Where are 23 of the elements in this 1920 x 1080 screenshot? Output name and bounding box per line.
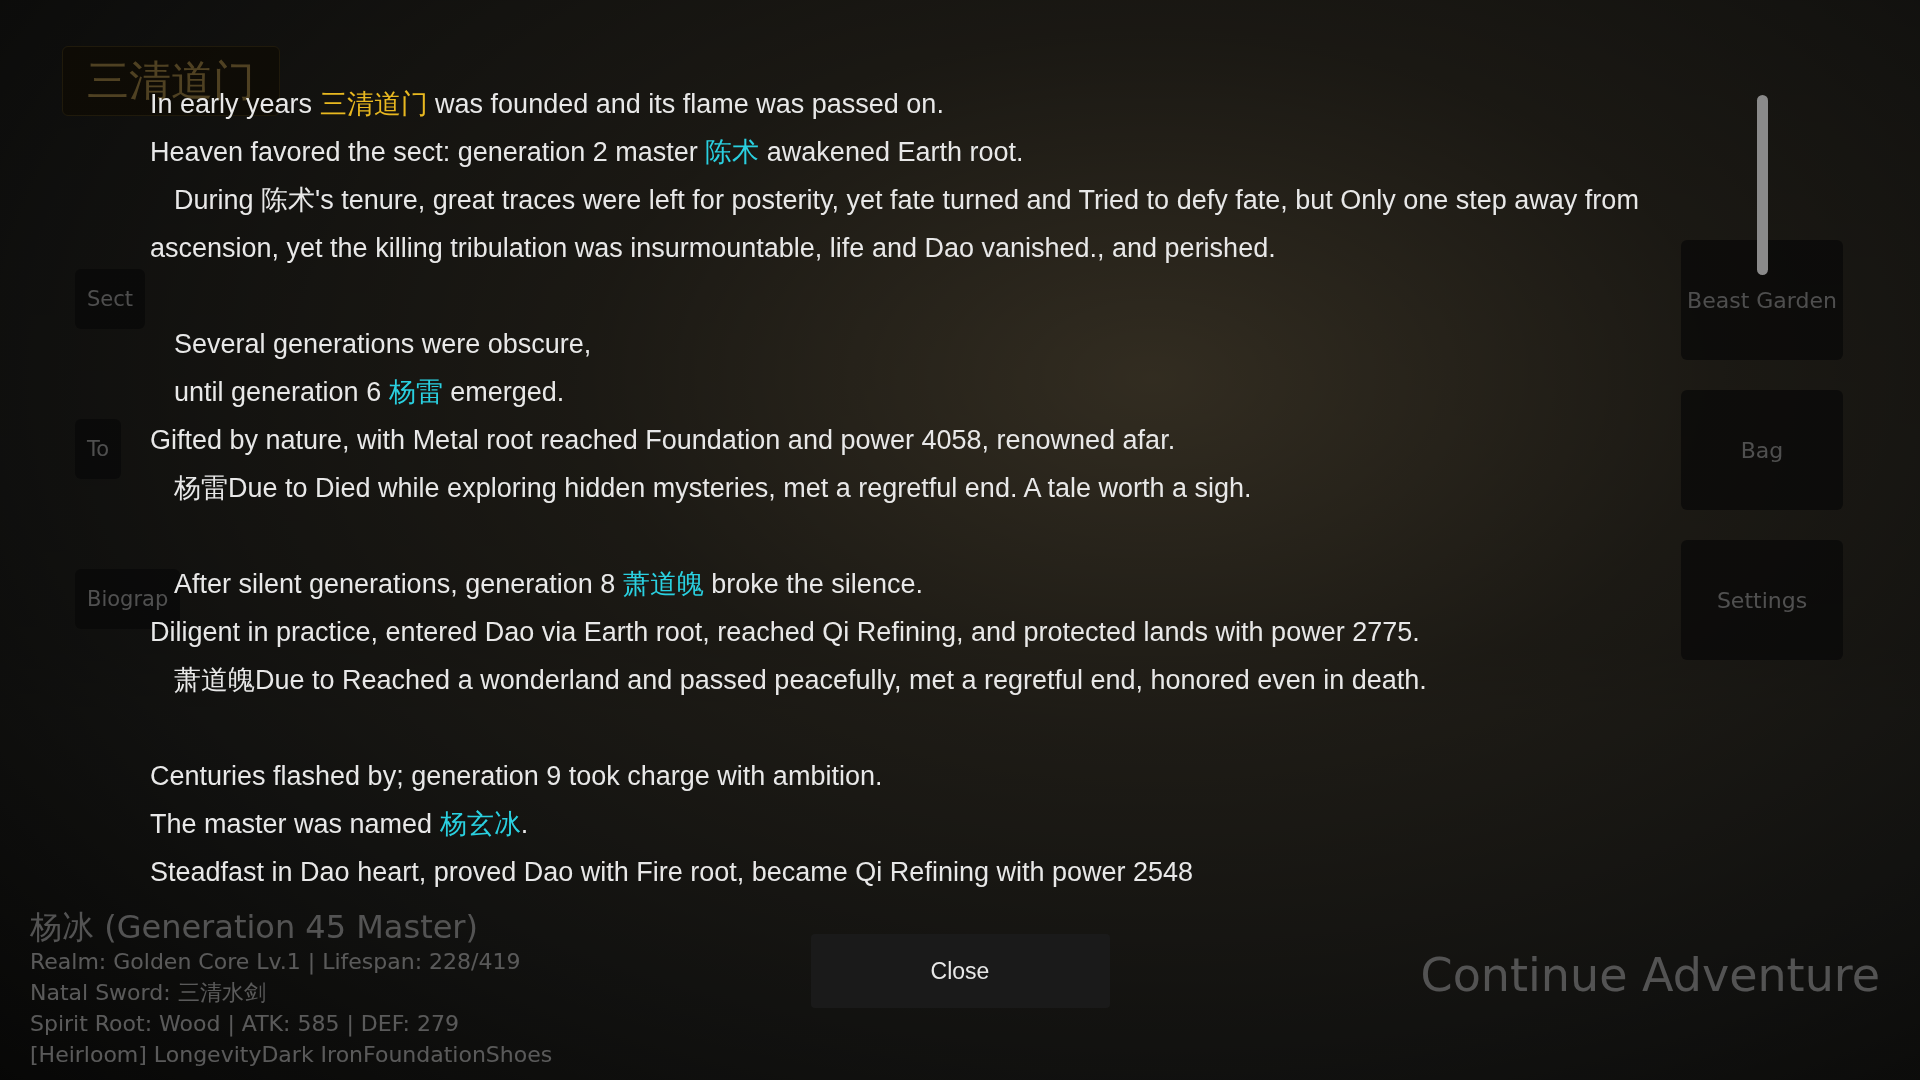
story-line: The master was named 杨玄冰.: [150, 808, 530, 841]
story-line: Steadfast in Dao heart, proved Dao with Fire root, became Qi Refining with power 2548: [150, 856, 1195, 889]
story-line: Heaven favored the sect: generation 2 master 陈术 awakened Earth root.: [150, 136, 1025, 169]
story-line: Gifted by nature, with Metal root reached Foundation and power 4058, renowned afar.: [150, 424, 1177, 457]
story-line: Several generations were obscure,: [173, 328, 593, 361]
story-line: 萧道魄Due to Reached a wonderland and passed peacefully, met a regretful end, honored even in death.: [173, 664, 1428, 697]
story-line: 杨雷Due to Died while exploring hidden mysteries, met a regretful end. A tale worth a sigh.: [173, 472, 1253, 505]
master-title: 杨冰 (Generation 45 Master): [30, 908, 479, 946]
menu-button[interactable]: Sect: [75, 269, 146, 329]
story-line: During 陈术's tenure, great traces were left for posterity, yet fate turned and Tried to defy fate, but Only one step away from ascension, yet the killing tribulation was insurmountable, life and Dao vanished., and perished.: [150, 184, 1640, 265]
menu-button[interactable]: To: [75, 419, 122, 479]
menu-button[interactable]: Settings: [1681, 540, 1843, 660]
continue-button[interactable]: Continue Adventure: [1420, 948, 1880, 1002]
menu-button[interactable]: Beast Garden: [1681, 240, 1843, 360]
story-line: until generation 6 杨雷 emerged.: [173, 376, 566, 409]
menu-button[interactable]: Bag: [1681, 390, 1843, 510]
story-line: Centuries flashed by; generation 9 took charge with ambition.: [150, 760, 884, 793]
master-stat: Realm: Golden Core Lv.1 | Lifespan: 228/419: [30, 948, 522, 977]
master-stat: [Heirloom] LongevityDark IronFoundationShoes: [30, 1041, 553, 1069]
master-stat: Spirit Root: Wood | ATK: 585 | DEF: 279: [30, 1010, 460, 1039]
scrollbar-thumb[interactable]: [1757, 95, 1768, 275]
master-stat: Natal Sword: 三清水剑: [30, 979, 267, 1007]
close-button[interactable]: Close: [810, 934, 1110, 1008]
